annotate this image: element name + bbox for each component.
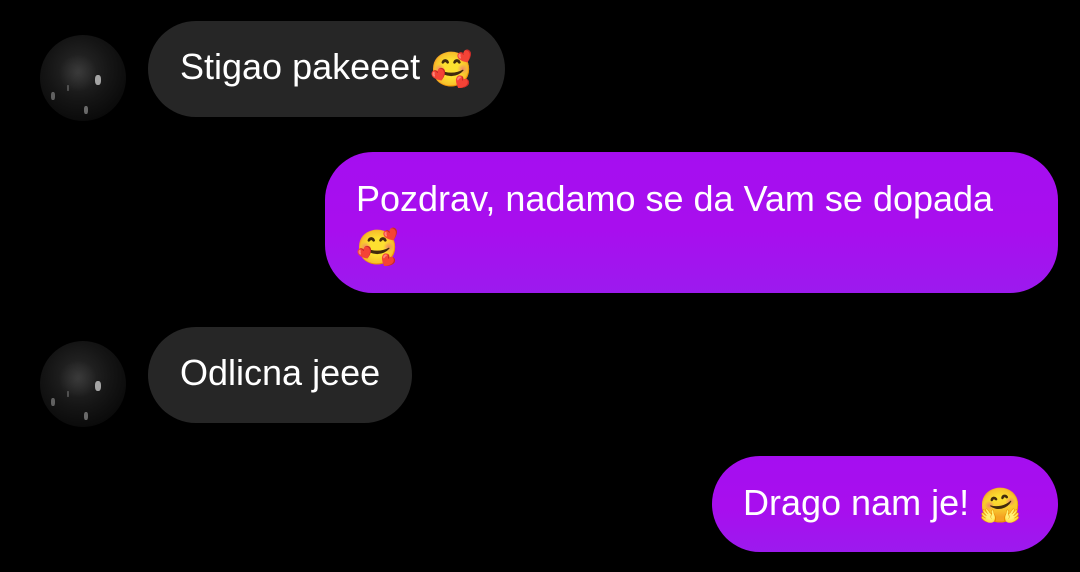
contact-avatar[interactable]: [40, 341, 126, 427]
received-message-bubble[interactable]: Stigao pakeeet 🥰: [148, 21, 505, 117]
sent-message-bubble[interactable]: Drago nam je! 🤗: [712, 456, 1058, 552]
hugging-face-icon: 🤗: [979, 486, 1022, 526]
message-text: Drago nam je!: [743, 482, 970, 523]
contact-avatar[interactable]: [40, 35, 126, 121]
smiling-face-with-hearts-icon: 🥰: [430, 50, 473, 90]
sent-message-bubble[interactable]: Pozdrav, nadamo se da Vam se dopada 🥰: [325, 152, 1058, 293]
message-text: Pozdrav, nadamo se da Vam se dopada: [356, 178, 994, 219]
message-text: Stigao pakeeet: [180, 46, 421, 87]
message-text: Odlicna jeee: [180, 352, 381, 393]
received-message-bubble[interactable]: Odlicna jeee: [148, 327, 413, 423]
smiling-face-with-hearts-icon: 🥰: [356, 228, 399, 268]
